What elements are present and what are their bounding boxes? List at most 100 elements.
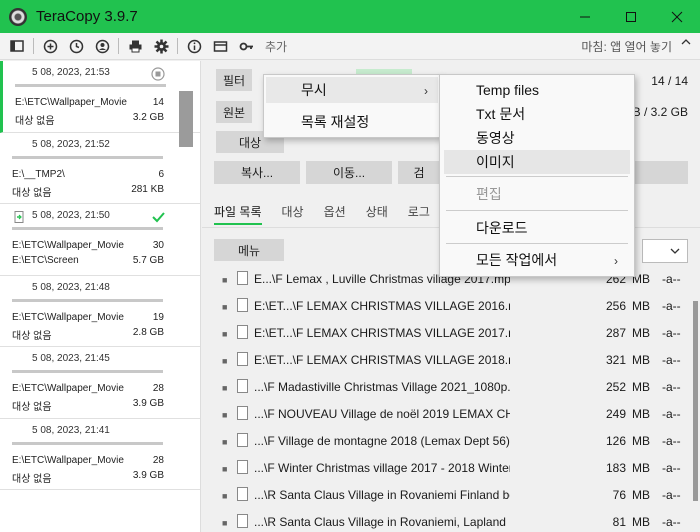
file-name: ...\F NOUVEAU Village de noël 2019 LEMAX…	[254, 406, 510, 421]
file-row[interactable]: ■ ...\F Village de montagne 2018 (Lemax D…	[202, 427, 700, 454]
history-item[interactable]: 5 08, 2023, 21:52 E:\__TMP2\ 6 대상 없음 281 KB	[0, 133, 200, 204]
print-button[interactable]	[122, 33, 148, 59]
chevron-up-icon	[681, 39, 691, 45]
tab-log[interactable]: 로그	[408, 203, 430, 225]
history-item[interactable]: 5 08, 2023, 21:53 E:\ETC\Wallpaper_Movie 1…	[0, 61, 200, 133]
copy-button[interactable]: 복사...	[214, 161, 300, 184]
filter-button[interactable]: 필터	[216, 69, 252, 91]
verify-button[interactable]: 검	[398, 161, 440, 184]
history-source: E:\ETC\Wallpaper_Movie	[12, 383, 124, 394]
menu-button[interactable]: 메뉴	[214, 239, 284, 261]
collapse-toolbar-button[interactable]	[680, 36, 692, 51]
source-button[interactable]: 원본	[216, 101, 252, 123]
tab-options[interactable]: 옵션	[324, 203, 346, 225]
view-select[interactable]	[642, 239, 688, 263]
history-progress-bar	[12, 441, 163, 445]
file-name: E:\ET...\F LEMAX CHRISTMAS VILLAGE 2017.…	[254, 325, 510, 340]
teracopy-app-icon[interactable]	[9, 7, 27, 26]
toolbar-divider	[177, 38, 178, 54]
file-size-unit: MB	[632, 352, 650, 367]
sidebar-toggle-button[interactable]	[4, 33, 30, 59]
submenu-item-txt-docs[interactable]: Txt 문서	[476, 102, 525, 126]
printer-icon	[129, 40, 141, 52]
history-time: 5 08, 2023, 21:48	[32, 281, 110, 293]
toolbar: 추가 마침: 앱 열어 놓기	[0, 33, 700, 60]
file-list-scrollbar[interactable]	[693, 301, 698, 501]
file-row[interactable]: ■ E:\ET...\F LEMAX CHRISTMAS VILLAGE 2018…	[202, 346, 700, 373]
bullet-icon: ■	[222, 464, 228, 474]
history-target: 대상 없음	[12, 330, 52, 342]
submenu-item-edit[interactable]: 편집	[476, 182, 502, 206]
finish-action-select[interactable]: 마침: 앱 열어 놓기	[581, 38, 672, 55]
history-scrollbar[interactable]	[179, 91, 193, 147]
submenu-item-temp-files[interactable]: Temp files	[476, 78, 539, 102]
history-target: E:\ETC\Screen	[12, 255, 79, 266]
bullet-icon: ■	[222, 329, 228, 339]
file-attributes: -a--	[662, 298, 681, 313]
file-size: 126	[605, 433, 626, 448]
maximize-button[interactable]	[608, 0, 654, 33]
file-icon	[237, 514, 248, 528]
menu-item-ignore[interactable]: 무시	[301, 78, 327, 102]
add-button[interactable]	[37, 33, 63, 59]
history-source: E:\ETC\Wallpaper_Movie	[12, 240, 124, 251]
key-button[interactable]	[233, 33, 259, 59]
history-item[interactable]: 5 08, 2023, 21:48 E:\ETC\Wallpaper_Movie 1…	[0, 276, 200, 347]
history-source: E:\__TMP2\	[12, 168, 65, 180]
menu-item-reset-list[interactable]: 목록 재설정	[301, 110, 369, 134]
file-size: 252	[605, 379, 626, 394]
title-bar[interactable]: TeraCopy 3.9.7	[0, 0, 700, 33]
bullet-icon: ■	[222, 275, 228, 285]
history-item[interactable]: 5 08, 2023, 21:45 E:\ETC\Wallpaper_Movie 2…	[0, 347, 200, 419]
close-button[interactable]	[654, 0, 700, 33]
history-time: 5 08, 2023, 21:52	[32, 138, 110, 150]
history-target: 대상 없음	[12, 402, 52, 413]
settings-button[interactable]	[148, 33, 174, 59]
check-icon	[152, 212, 165, 223]
file-row[interactable]: ■ ...\F NOUVEAU Village de noël 2019 LEMA…	[202, 400, 700, 427]
history-count: 19	[152, 311, 164, 323]
history-item[interactable]: 5 08, 2023, 21:41 E:\ETC\Wallpaper_Movie 2…	[0, 419, 200, 490]
file-row[interactable]: ■ ...\R Santa Claus Village in Rovaniemi,…	[202, 508, 700, 532]
chevron-right-icon: ›	[424, 84, 428, 98]
file-size-unit: MB	[632, 379, 650, 394]
file-icon	[237, 298, 248, 312]
file-row[interactable]: ■ ...\F Winter Christmas village 2017 - 2…	[202, 454, 700, 481]
tab-target[interactable]: 대상	[282, 203, 304, 225]
file-row[interactable]: ■ E:\ET...\F LEMAX CHRISTMAS VILLAGE 2016…	[202, 292, 700, 319]
chevron-right-icon: ›	[614, 254, 618, 268]
history-size: 2.8 GB	[132, 326, 164, 338]
file-row[interactable]: ■ ...\R Santa Claus Village in Rovaniemi …	[202, 481, 700, 508]
history-size: 3.2 GB	[132, 112, 164, 123]
menu-highlight	[266, 77, 438, 103]
favorites-button[interactable]	[89, 33, 115, 59]
stop-icon[interactable]	[151, 67, 165, 81]
submenu-item-images[interactable]: 이미지	[476, 150, 515, 174]
history-time: 5 08, 2023, 21:41	[32, 424, 110, 436]
tab-status[interactable]: 상태	[366, 203, 388, 225]
minimize-button[interactable]	[562, 0, 608, 33]
file-list: ■ E...\F Lemax , Luville Christmas villag…	[202, 265, 700, 532]
submenu-item-all-jobs[interactable]: 모든 작업에서	[476, 248, 557, 272]
plus-circle-icon	[43, 39, 57, 53]
tab-file-list[interactable]: 파일 목록	[214, 203, 262, 225]
file-attributes: -a--	[662, 460, 681, 475]
history-size: 3.9 GB	[132, 469, 164, 481]
file-size: 321	[605, 352, 626, 367]
history-button[interactable]	[63, 33, 89, 59]
license-button[interactable]	[207, 33, 233, 59]
history-item[interactable]: 5 08, 2023, 21:50 E:\ETC\Wallpaper_Movie 3…	[0, 204, 200, 276]
file-row[interactable]: ■ E:\ET...\F LEMAX CHRISTMAS VILLAGE 2017…	[202, 319, 700, 346]
ignore-submenu: Temp files Txt 문서 동영상 이미지 편집 다운로드 모든 작업에…	[439, 74, 635, 277]
info-button[interactable]	[181, 33, 207, 59]
submenu-item-downloads[interactable]: 다운로드	[476, 216, 528, 240]
submenu-separator	[446, 243, 628, 244]
history-size: 3.9 GB	[132, 398, 164, 409]
history-progress-bar	[15, 84, 166, 87]
history-size: 5.7 GB	[132, 255, 164, 266]
file-row[interactable]: ■ ...\F Madastiville Christmas Village 20…	[202, 373, 700, 400]
submenu-item-videos[interactable]: 동영상	[476, 126, 515, 150]
add-label[interactable]: 추가	[265, 38, 287, 55]
move-button[interactable]: 이동...	[306, 161, 392, 184]
window-title: TeraCopy 3.9.7	[36, 8, 138, 25]
